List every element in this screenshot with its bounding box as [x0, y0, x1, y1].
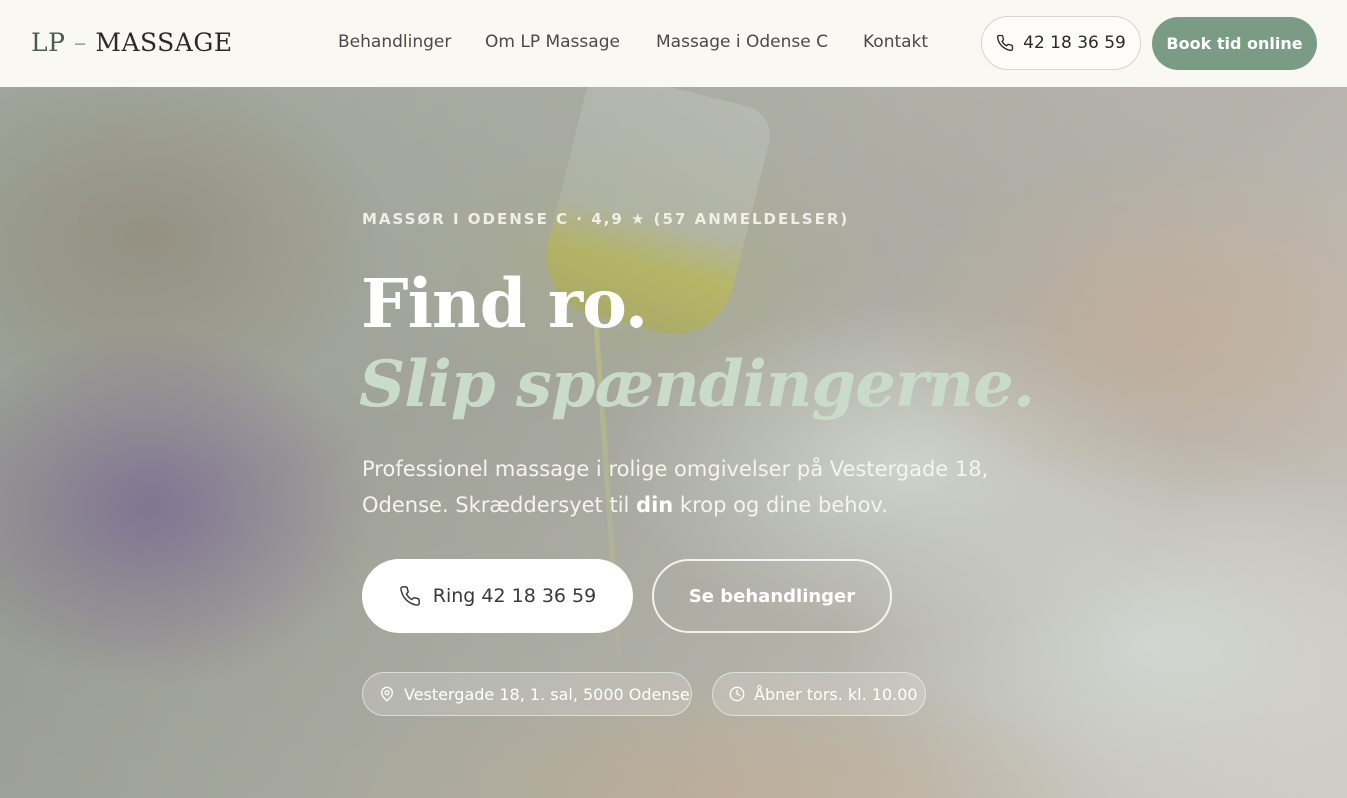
header-phone-number: 42 18 36 59 [1023, 33, 1126, 53]
book-online-button[interactable]: Book tid online [1152, 17, 1317, 70]
logo-massage: MASSAGE [95, 28, 233, 57]
nav-om-lp-massage[interactable]: Om LP Massage [485, 32, 620, 52]
logo[interactable]: LP – MASSAGE [31, 28, 233, 57]
phone-icon [996, 34, 1014, 52]
opening-hours-chip: Åbner tors. kl. 10.00 [712, 672, 926, 716]
hero-section: MASSØR I ODENSE C · 4,9 ★ (57 ANMELDELSE… [0, 87, 1347, 798]
site-header: LP – MASSAGE Behandlinger Om LP Massage … [0, 0, 1347, 87]
call-button-label: Ring 42 18 36 59 [432, 585, 597, 607]
header-phone-button[interactable]: 42 18 36 59 [981, 16, 1141, 70]
nav-massage-odense[interactable]: Massage i Odense C [656, 32, 828, 52]
see-treatments-button[interactable]: Se behandlinger [652, 559, 892, 633]
nav-kontakt[interactable]: Kontakt [863, 32, 928, 52]
phone-icon [399, 585, 421, 607]
logo-lp: LP [31, 28, 66, 57]
address-chip: Vestergade 18, 1. sal, 5000 Odense [362, 672, 692, 716]
map-pin-icon [379, 686, 395, 702]
hero-intro: Professionel massage i rolige omgivelser… [362, 451, 1002, 523]
hero-headline: Find ro. [361, 264, 648, 343]
hero-intro-emphasis: din [636, 493, 674, 517]
hero-intro-text-end: krop og dine behov. [673, 493, 888, 517]
logo-dash: – [73, 28, 87, 57]
hero-subheadline: Slip spændingerne. [359, 347, 1035, 422]
hero-eyebrow: MASSØR I ODENSE C · 4,9 ★ (57 ANMELDELSE… [362, 210, 850, 228]
address-text: Vestergade 18, 1. sal, 5000 Odense [404, 684, 690, 704]
opening-hours-text: Åbner tors. kl. 10.00 [754, 684, 918, 704]
nav-behandlinger[interactable]: Behandlinger [338, 32, 451, 52]
call-button[interactable]: Ring 42 18 36 59 [362, 559, 633, 633]
clock-icon [729, 686, 745, 702]
